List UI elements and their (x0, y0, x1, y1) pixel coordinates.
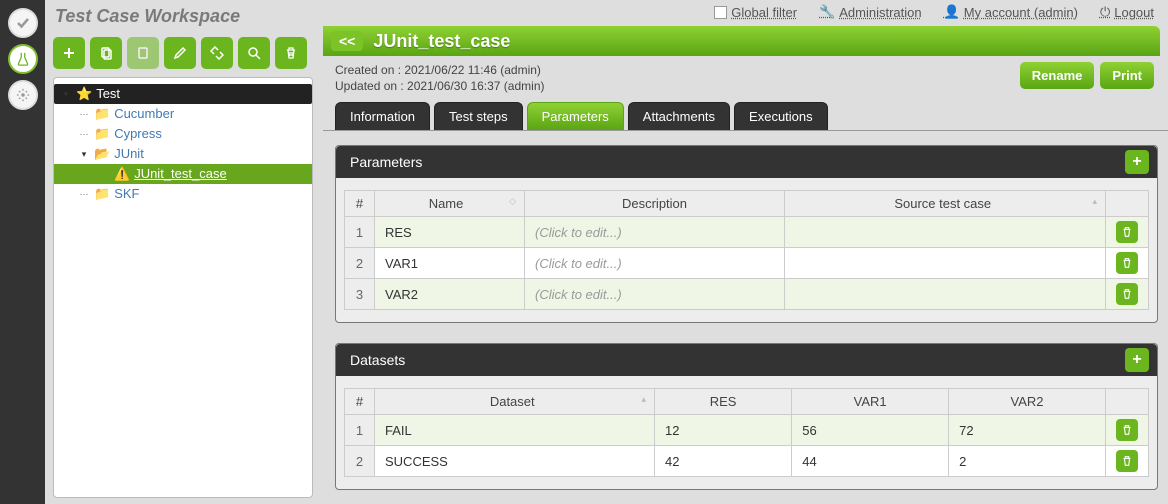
rail-check-icon[interactable] (8, 8, 38, 38)
content: Parameters + # Name◇ Description Source … (323, 131, 1168, 504)
power-icon: ⏻ (1100, 4, 1110, 20)
param-source-cell[interactable] (785, 279, 1106, 310)
delete-row-button[interactable] (1116, 283, 1138, 305)
meta-text: Created on : 2021/06/22 11:46 (admin) Up… (335, 62, 544, 94)
tab-test-steps[interactable]: Test steps (434, 102, 523, 130)
print-button[interactable]: Print (1100, 62, 1154, 89)
delete-row-button[interactable] (1116, 252, 1138, 274)
tab-attachments[interactable]: Attachments (628, 102, 730, 130)
rail-gear-icon[interactable] (8, 80, 38, 110)
tree-node-junit[interactable]: ▾📂JUnit (54, 144, 312, 164)
administration-link[interactable]: 🔧Administration (819, 4, 922, 20)
sidebar-toolbar (53, 37, 313, 69)
tab-parameters[interactable]: Parameters (527, 102, 624, 130)
paste-button[interactable] (127, 37, 159, 69)
delete-button[interactable] (275, 37, 307, 69)
tree-node-cucumber[interactable]: ⋯📁Cucumber (54, 104, 312, 124)
checkbox-icon[interactable] (714, 6, 727, 19)
add-dataset-button[interactable]: + (1125, 348, 1149, 372)
dataset-name-cell[interactable]: FAIL (375, 415, 655, 446)
parameters-table: # Name◇ Description Source test case▴ 1 … (344, 190, 1149, 310)
add-button[interactable] (53, 37, 85, 69)
datasets-panel: Datasets + # Dataset▴ RES VAR1 VAR2 1 FA… (335, 343, 1158, 490)
workspace-title: Test Case Workspace (53, 6, 313, 29)
page-title: JUnit_test_case (373, 31, 510, 52)
dataset-cell[interactable]: 72 (949, 415, 1106, 446)
tree-node-cypress[interactable]: ⋯📁Cypress (54, 124, 312, 144)
global-filter-link[interactable]: Global filter (714, 5, 797, 20)
tree: ▾ ⭐ Test ⋯📁Cucumber ⋯📁Cypress ▾📂JUnit ⚠️… (53, 77, 313, 498)
sort-icon: ▴ (641, 394, 646, 405)
delete-row-button[interactable] (1116, 419, 1138, 441)
add-parameter-button[interactable]: + (1125, 150, 1149, 174)
delete-row-button[interactable] (1116, 450, 1138, 472)
sort-icon: ◇ (509, 196, 516, 207)
logout-link[interactable]: ⏻Logout (1100, 4, 1154, 20)
parameters-panel: Parameters + # Name◇ Description Source … (335, 145, 1158, 323)
star-icon: ⭐ (76, 85, 92, 103)
dataset-cell[interactable]: 42 (655, 446, 792, 477)
wrench-icon: 🔧 (819, 4, 835, 20)
link-button[interactable] (201, 37, 233, 69)
sidebar: Test Case Workspace ▾ ⭐ Test ⋯📁Cucumber … (45, 0, 323, 504)
testcase-icon: ⚠️ (114, 165, 130, 183)
tabs: Information Test steps Parameters Attach… (323, 102, 1168, 131)
dataset-cell[interactable]: 12 (655, 415, 792, 446)
param-desc-cell[interactable]: (Click to edit...) (525, 217, 785, 248)
folder-icon: 📁 (94, 185, 110, 203)
back-button[interactable]: << (331, 31, 363, 51)
tree-root[interactable]: ▾ ⭐ Test (54, 84, 312, 104)
datasets-table: # Dataset▴ RES VAR1 VAR2 1 FAIL 12 56 72… (344, 388, 1149, 477)
dataset-name-cell[interactable]: SUCCESS (375, 446, 655, 477)
panel-title: Datasets (350, 352, 405, 368)
folder-icon: 📁 (94, 105, 110, 123)
delete-row-button[interactable] (1116, 221, 1138, 243)
param-name-cell[interactable]: VAR2 (375, 279, 525, 310)
copy-button[interactable] (90, 37, 122, 69)
topbar: Global filter 🔧Administration 👤My accoun… (323, 0, 1168, 26)
table-row: 2 VAR1 (Click to edit...) (345, 248, 1149, 279)
folder-icon: 📂 (94, 145, 110, 163)
search-button[interactable] (238, 37, 270, 69)
tab-executions[interactable]: Executions (734, 102, 828, 130)
param-source-cell[interactable] (785, 248, 1106, 279)
param-source-cell[interactable] (785, 217, 1106, 248)
folder-icon: 📁 (94, 125, 110, 143)
param-desc-cell[interactable]: (Click to edit...) (525, 279, 785, 310)
titlebar: << JUnit_test_case (323, 26, 1160, 56)
tree-node-skf[interactable]: ⋯📁SKF (54, 184, 312, 204)
left-rail (0, 0, 45, 504)
rename-button[interactable]: Rename (1020, 62, 1095, 89)
edit-button[interactable] (164, 37, 196, 69)
meta-row: Created on : 2021/06/22 11:46 (admin) Up… (323, 56, 1168, 102)
dataset-cell[interactable]: 2 (949, 446, 1106, 477)
tab-information[interactable]: Information (335, 102, 430, 130)
table-row: 1 RES (Click to edit...) (345, 217, 1149, 248)
table-row: 2 SUCCESS 42 44 2 (345, 446, 1149, 477)
param-desc-cell[interactable]: (Click to edit...) (525, 248, 785, 279)
table-row: 1 FAIL 12 56 72 (345, 415, 1149, 446)
user-icon: 👤 (944, 4, 960, 20)
main: Global filter 🔧Administration 👤My accoun… (323, 0, 1168, 504)
panel-title: Parameters (350, 154, 422, 170)
sort-icon: ▴ (1092, 196, 1097, 207)
dataset-cell[interactable]: 56 (792, 415, 949, 446)
my-account-link[interactable]: 👤My account (admin) (944, 4, 1078, 20)
tree-node-junit-testcase[interactable]: ⚠️JUnit_test_case (54, 164, 312, 184)
rail-flask-icon[interactable] (8, 44, 38, 74)
table-row: 3 VAR2 (Click to edit...) (345, 279, 1149, 310)
param-name-cell[interactable]: VAR1 (375, 248, 525, 279)
param-name-cell[interactable]: RES (375, 217, 525, 248)
dataset-cell[interactable]: 44 (792, 446, 949, 477)
